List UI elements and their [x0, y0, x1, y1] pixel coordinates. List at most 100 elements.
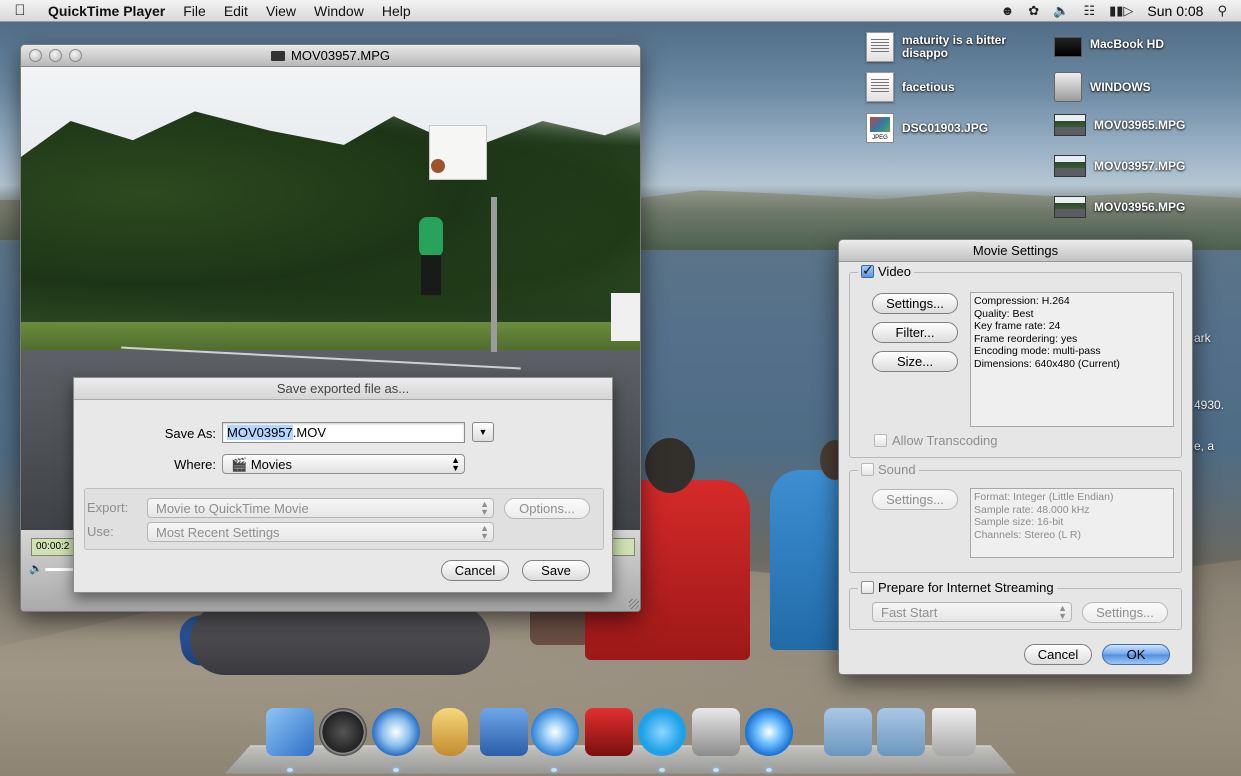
- close-window-button[interactable]: [29, 49, 42, 62]
- battery-icon[interactable]: ▮▮▷: [1109, 3, 1133, 19]
- running-indicator: [766, 768, 772, 772]
- itunes-icon[interactable]: [531, 708, 579, 756]
- zoom-window-button[interactable]: [69, 49, 82, 62]
- allow-transcoding-checkbox[interactable]: [874, 434, 887, 447]
- export-format-popup[interactable]: Movie to QuickTime Movie ▲ ▼: [147, 498, 494, 518]
- desktop-icon-document[interactable]: facetious: [866, 72, 955, 102]
- resize-grip-icon[interactable]: [629, 599, 639, 609]
- menu-view[interactable]: View: [257, 3, 305, 19]
- movie-file-icon: [271, 50, 285, 61]
- menu-help[interactable]: Help: [373, 3, 420, 19]
- where-popup[interactable]: 🎬 Movies ▲ ▼: [222, 454, 465, 474]
- background-text-fragment: ark: [1194, 331, 1211, 345]
- menu-window[interactable]: Window: [305, 3, 373, 19]
- streaming-label: Prepare for Internet Streaming: [878, 580, 1054, 595]
- hard-drive-icon: [1054, 37, 1082, 57]
- folder-icon: 🎬: [231, 457, 248, 472]
- spotlight-search-icon[interactable]: ⚲: [1217, 3, 1227, 19]
- use-settings-popup[interactable]: Most Recent Settings ▲ ▼: [147, 522, 494, 542]
- video-grass: [21, 322, 640, 352]
- sound-info-line: Sample rate: 48.000 kHz: [974, 503, 1090, 516]
- menu-clock[interactable]: Sun 0:08: [1147, 3, 1203, 19]
- allow-transcoding-option[interactable]: Allow Transcoding: [874, 433, 998, 448]
- finder-icon[interactable]: [266, 708, 314, 756]
- volume-icon[interactable]: 🔈: [1053, 3, 1069, 19]
- minimize-window-button[interactable]: [49, 49, 62, 62]
- video-checkbox[interactable]: [861, 262, 874, 279]
- filename-input[interactable]: MOV03957.MOV: [222, 422, 465, 443]
- desktop-icon-movie[interactable]: MOV03956.MPG: [1054, 196, 1185, 218]
- quicktime-icon[interactable]: [745, 708, 793, 756]
- movie-settings-window: Movie Settings Video Settings... Filter.…: [838, 239, 1193, 675]
- filename-selected-text: MOV03957: [227, 425, 293, 440]
- save-button[interactable]: Save: [522, 560, 590, 581]
- filename-extension: .MOV: [292, 425, 326, 440]
- video-player-figure: [421, 255, 441, 295]
- player-title-bar[interactable]: MOV03957.MPG: [21, 45, 640, 67]
- video-info-line: Quality: Best: [974, 307, 1034, 320]
- allow-transcoding-label: Allow Transcoding: [892, 433, 998, 448]
- video-legend[interactable]: Video: [858, 262, 915, 279]
- desktop-icon-label: DSC01903.JPG: [902, 120, 989, 135]
- menu-app-name[interactable]: QuickTime Player: [40, 3, 174, 19]
- desktop-icon-drive[interactable]: MacBook HD: [1054, 32, 1164, 57]
- where-label: Where:: [174, 457, 216, 472]
- sound-settings-button[interactable]: Settings...: [872, 489, 958, 510]
- expand-dialog-button[interactable]: ▼: [472, 422, 494, 442]
- streaming-mode-value: Fast Start: [881, 605, 938, 620]
- streaming-mode-popup[interactable]: Fast Start ▲ ▼: [872, 602, 1072, 622]
- desktop-icon-image[interactable]: JPEG DSC01903.JPG: [866, 113, 988, 143]
- skype-icon[interactable]: [638, 708, 686, 756]
- timecode-display-end: [611, 538, 635, 556]
- cancel-button[interactable]: Cancel: [441, 560, 509, 581]
- cancel-button[interactable]: Cancel: [1024, 644, 1092, 665]
- desktop-icon-label: facetious: [902, 79, 955, 94]
- paw-status-icon[interactable]: ✿: [1028, 3, 1039, 19]
- sheet-title: Save exported file as...: [74, 378, 612, 400]
- ical-icon[interactable]: [432, 708, 468, 756]
- desktop-icon-movie[interactable]: MOV03965.MPG: [1054, 114, 1185, 136]
- front-row-icon[interactable]: [585, 708, 633, 756]
- jpeg-file-icon: JPEG: [866, 113, 894, 143]
- downloads-folder-icon[interactable]: [877, 708, 925, 756]
- video-settings-button[interactable]: Settings...: [872, 293, 958, 314]
- streaming-legend[interactable]: Prepare for Internet Streaming: [858, 580, 1057, 595]
- boot-camp-icon[interactable]: [692, 708, 740, 756]
- apple-menu-icon[interactable]: : [0, 2, 40, 19]
- sound-legend[interactable]: Sound: [858, 462, 919, 477]
- dashboard-icon[interactable]: [319, 708, 367, 756]
- video-info-line: Dimensions: 640x480 (Current): [974, 357, 1120, 370]
- documents-folder-icon[interactable]: [824, 708, 872, 756]
- ok-button[interactable]: OK: [1102, 644, 1170, 665]
- streaming-checkbox[interactable]: [861, 581, 874, 594]
- desktop-icon-label: MOV03957.MPG: [1094, 158, 1186, 173]
- movie-file-icon: [1054, 196, 1086, 218]
- streaming-settings-button[interactable]: Settings...: [1082, 602, 1168, 623]
- trash-icon[interactable]: [932, 708, 976, 756]
- background-text-fragment: 4930.: [1194, 398, 1225, 412]
- movie-settings-title: Movie Settings: [839, 240, 1192, 262]
- desktop-icon-movie[interactable]: MOV03957.MPG: [1054, 155, 1185, 177]
- video-ball: [431, 159, 445, 173]
- options-button[interactable]: Options...: [504, 498, 590, 519]
- save-export-sheet: Save exported file as... Save As: MOV039…: [73, 377, 613, 593]
- desktop-icon-drive[interactable]: WINDOWS: [1054, 72, 1151, 102]
- streaming-group: Prepare for Internet Streaming Fast Star…: [849, 580, 1182, 630]
- export-label: Export:: [87, 500, 129, 515]
- video-info-line: Compression: H.264: [974, 295, 1070, 307]
- running-indicator: [551, 768, 557, 772]
- safari-icon[interactable]: [372, 708, 420, 756]
- preview-icon[interactable]: [480, 708, 528, 756]
- menu-file[interactable]: File: [174, 3, 215, 19]
- wifi-icon[interactable]: ☷: [1083, 3, 1095, 19]
- menu-edit[interactable]: Edit: [215, 3, 257, 19]
- video-size-button[interactable]: Size...: [872, 351, 958, 372]
- desktop-icon-label: WINDOWS: [1090, 79, 1151, 94]
- video-filter-button[interactable]: Filter...: [872, 322, 958, 343]
- skype-status-icon[interactable]: ☻: [1001, 3, 1015, 18]
- sound-checkbox[interactable]: [861, 463, 874, 476]
- background-person: [645, 438, 695, 493]
- desktop-icon-document[interactable]: maturity is a bitter disappo: [866, 32, 1032, 62]
- use-label: Use:: [87, 524, 114, 539]
- video-label: Video: [878, 264, 912, 279]
